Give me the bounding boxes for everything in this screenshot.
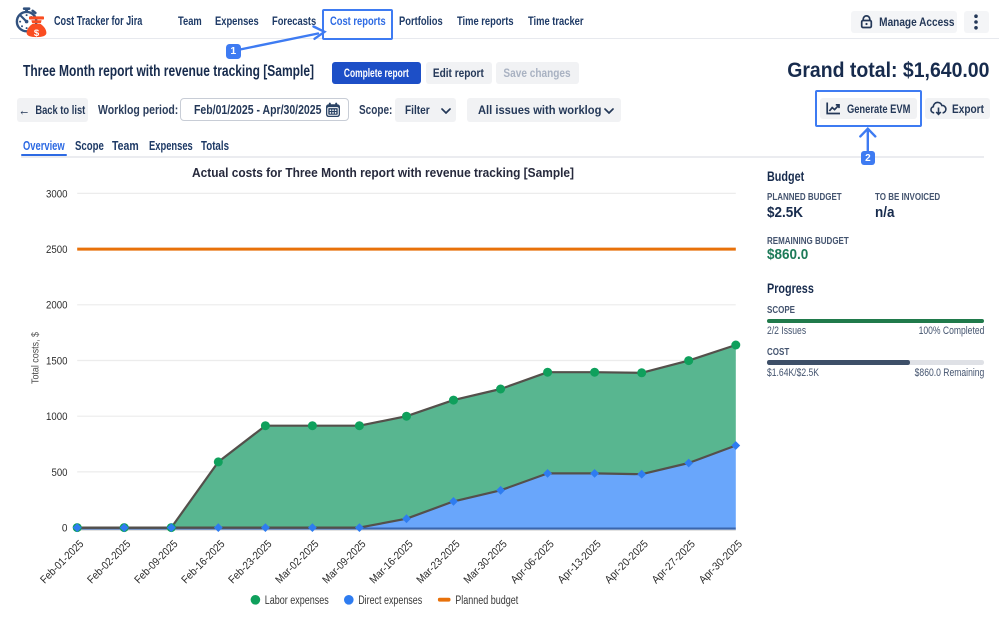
svg-text:Apr-06-2025: Apr-06-2025 bbox=[509, 538, 557, 586]
svg-text:2500: 2500 bbox=[46, 244, 68, 256]
svg-text:Mar-16-2025: Mar-16-2025 bbox=[368, 538, 416, 586]
svg-text:Apr-30-2025: Apr-30-2025 bbox=[697, 538, 745, 586]
svg-text:Feb-09-2025: Feb-09-2025 bbox=[132, 538, 180, 586]
svg-text:Mar-23-2025: Mar-23-2025 bbox=[415, 538, 463, 586]
svg-text:Feb-16-2025: Feb-16-2025 bbox=[179, 538, 227, 586]
svg-text:0: 0 bbox=[62, 523, 68, 535]
svg-text:Feb-01-2025: Feb-01-2025 bbox=[38, 538, 86, 586]
svg-text:500: 500 bbox=[52, 467, 68, 479]
svg-text:2000: 2000 bbox=[46, 300, 68, 312]
svg-text:1500: 1500 bbox=[46, 355, 68, 367]
svg-text:Direct expenses: Direct expenses bbox=[358, 595, 422, 607]
svg-text:Feb-23-2025: Feb-23-2025 bbox=[226, 538, 274, 586]
svg-text:Mar-09-2025: Mar-09-2025 bbox=[320, 538, 368, 586]
svg-text:1000: 1000 bbox=[46, 411, 68, 423]
svg-text:Mar-30-2025: Mar-30-2025 bbox=[462, 538, 510, 586]
svg-text:Actual costs for Three Month r: Actual costs for Three Month report with… bbox=[192, 165, 574, 180]
svg-text:3000: 3000 bbox=[46, 188, 68, 200]
svg-text:Mar-02-2025: Mar-02-2025 bbox=[273, 538, 321, 586]
svg-text:Feb-02-2025: Feb-02-2025 bbox=[85, 538, 133, 586]
svg-text:Apr-20-2025: Apr-20-2025 bbox=[603, 538, 651, 586]
svg-text:Apr-27-2025: Apr-27-2025 bbox=[650, 538, 698, 586]
svg-text:Total costs, $: Total costs, $ bbox=[31, 332, 42, 384]
svg-text:Planned budget: Planned budget bbox=[455, 595, 519, 607]
svg-text:Labor expenses: Labor expenses bbox=[265, 595, 329, 607]
svg-text:Apr-13-2025: Apr-13-2025 bbox=[556, 538, 604, 586]
